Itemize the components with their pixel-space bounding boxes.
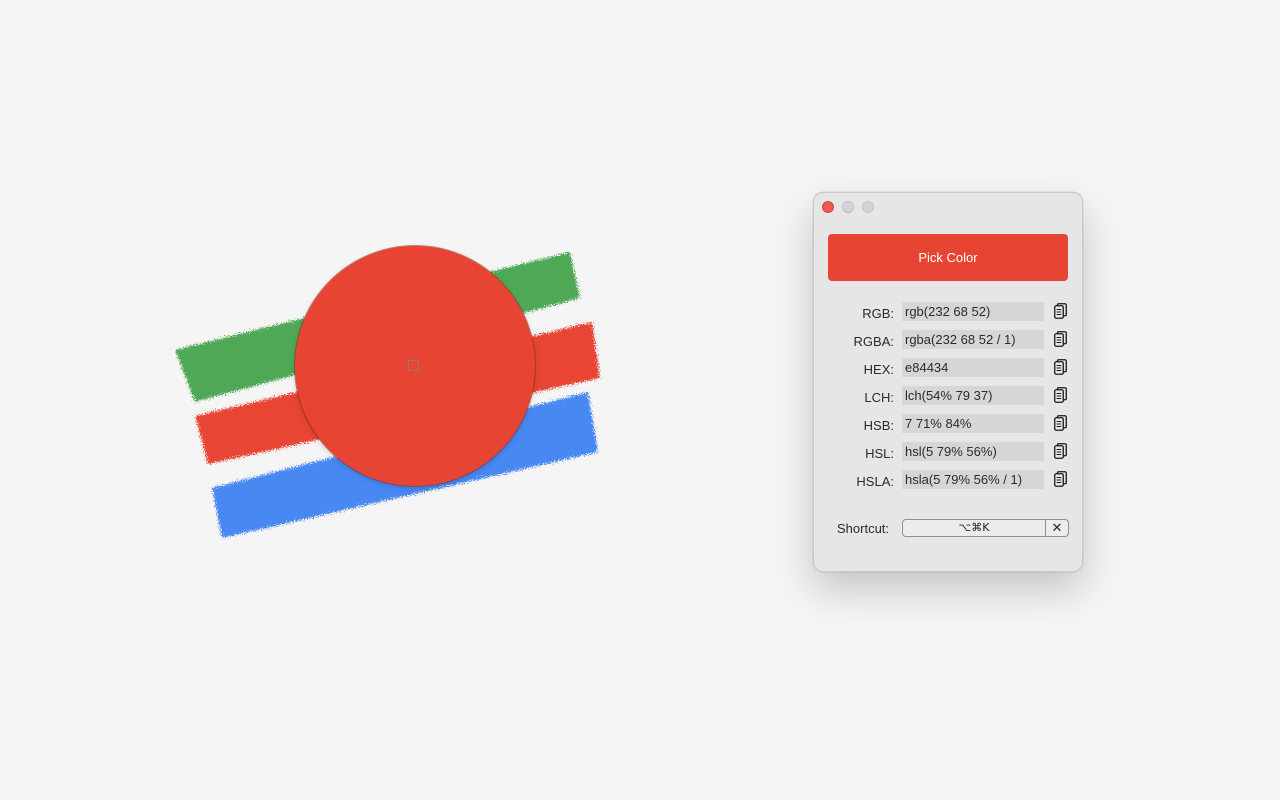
pick-color-button[interactable]: Pick Color	[828, 234, 1068, 281]
format-label: HSB:	[863, 418, 894, 433]
shortcut-value[interactable]: ⌥⌘K	[903, 520, 1045, 536]
color-picker-window: Pick Color RGB: rgb(232 68 52) RGBA: rgba(2…	[813, 192, 1083, 572]
color-formats-list: RGB: rgb(232 68 52) RGBA: rgba(232 68 52 / …	[814, 301, 1084, 497]
desktop-canvas: Pick Color RGB: rgb(232 68 52) RGBA: rgba(2…	[0, 0, 1280, 800]
format-value-field[interactable]: rgba(232 68 52 / 1)	[902, 330, 1044, 349]
zoom-window-button[interactable]	[862, 201, 874, 213]
copy-icon[interactable]	[1054, 331, 1067, 347]
format-label: RGB:	[862, 306, 894, 321]
minimize-window-button[interactable]	[842, 201, 854, 213]
format-row: HSB: 7 71% 84%	[814, 413, 1084, 441]
format-value-field[interactable]: hsl(5 79% 56%)	[902, 442, 1044, 461]
format-value-field[interactable]: hsla(5 79% 56% / 1)	[902, 470, 1044, 489]
window-controls	[822, 201, 874, 213]
copy-icon[interactable]	[1054, 471, 1067, 487]
format-label: HEX:	[863, 362, 894, 377]
format-value-field[interactable]: rgb(232 68 52)	[902, 302, 1044, 321]
copy-icon[interactable]	[1054, 387, 1067, 403]
format-row: HSLA: hsla(5 79% 56% / 1)	[814, 469, 1084, 497]
clear-shortcut-button[interactable]: ✕	[1045, 520, 1068, 536]
format-row: LCH: lch(54% 79 37)	[814, 385, 1084, 413]
format-row: RGB: rgb(232 68 52)	[814, 301, 1084, 329]
shortcut-recorder[interactable]: ⌥⌘K ✕	[902, 519, 1069, 537]
format-value-field[interactable]: e84434	[902, 358, 1044, 377]
loupe-crosshair-square	[408, 360, 419, 371]
magnifier-loupe	[295, 246, 535, 486]
shortcut-label: Shortcut:	[837, 521, 890, 536]
format-row: HSL: hsl(5 79% 56%)	[814, 441, 1084, 469]
copy-icon[interactable]	[1054, 359, 1067, 375]
copy-icon[interactable]	[1054, 303, 1067, 319]
copy-icon[interactable]	[1054, 415, 1067, 431]
format-value-field[interactable]: lch(54% 79 37)	[902, 386, 1044, 405]
copy-icon[interactable]	[1054, 443, 1067, 459]
format-label: RGBA:	[853, 334, 894, 349]
format-value-field[interactable]: 7 71% 84%	[902, 414, 1044, 433]
format-label: HSLA:	[856, 474, 894, 489]
close-window-button[interactable]	[822, 201, 834, 213]
format-label: LCH:	[864, 390, 894, 405]
format-row: RGBA: rgba(232 68 52 / 1)	[814, 329, 1084, 357]
format-label: HSL:	[865, 446, 894, 461]
format-row: HEX: e84434	[814, 357, 1084, 385]
